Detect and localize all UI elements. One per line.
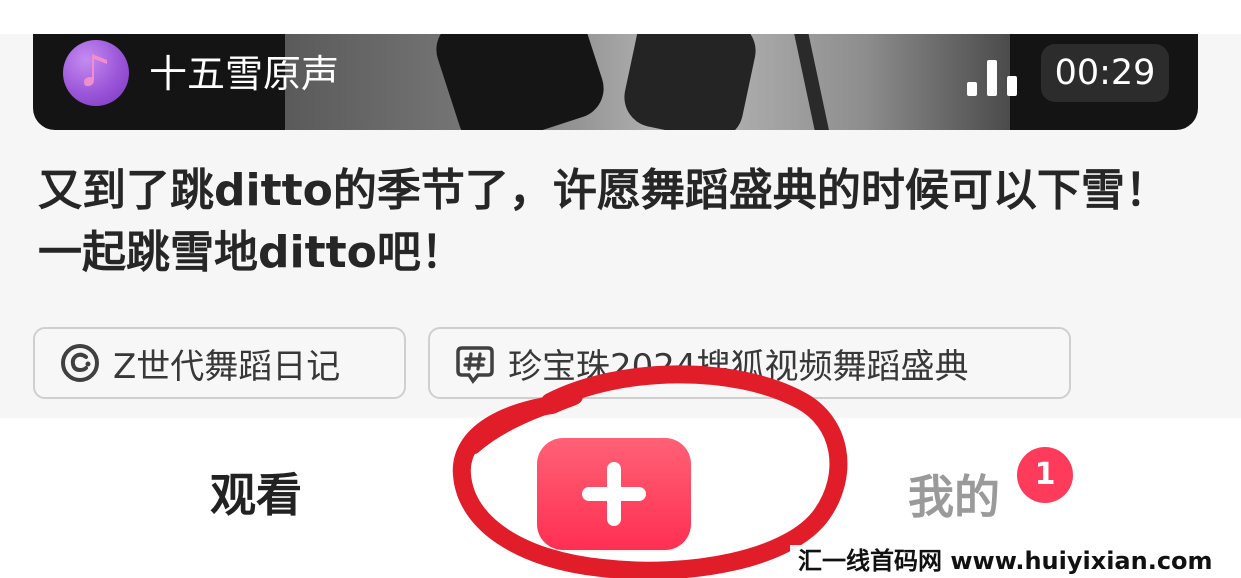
sound-title[interactable]: 十五雪原声 (149, 44, 339, 104)
topic-tag-label: 珍宝珠2024搜狐视频舞蹈盛典 (508, 346, 969, 387)
music-note-icon (84, 54, 107, 87)
watermark: 汇一线首码网 www.huiyixian.com (790, 545, 1240, 578)
topic-tag-dance-ceremony[interactable]: 珍宝珠2024搜狐视频舞蹈盛典 (428, 327, 1071, 399)
tab-mine[interactable]: 我的 (908, 465, 1000, 529)
video-shape (792, 34, 832, 130)
tab-watch[interactable]: 观看 (210, 463, 302, 527)
video-shape (428, 34, 612, 130)
signal-icon (967, 60, 1017, 96)
topic-tag-label: Z世代舞蹈日记 (113, 346, 341, 387)
plus-icon (582, 462, 646, 526)
topic-tag-z-generation[interactable]: Z世代舞蹈日记 (33, 327, 406, 399)
duration-badge: 00:29 (1041, 44, 1169, 102)
music-avatar[interactable] (63, 40, 129, 106)
circle-c-icon (61, 344, 99, 382)
create-button[interactable] (537, 438, 691, 550)
video-frame[interactable] (285, 34, 1010, 130)
post-title: 又到了跳ditto的季节了，许愿舞蹈盛典的时候可以下雪！一起跳雪地ditto吧！ (38, 165, 1169, 278)
video-player[interactable]: 十五雪原声 00:29 (33, 34, 1198, 130)
video-shape (618, 34, 762, 130)
top-strip (0, 0, 1241, 34)
hash-icon (456, 346, 494, 384)
notification-badge: 1 (1017, 447, 1073, 503)
